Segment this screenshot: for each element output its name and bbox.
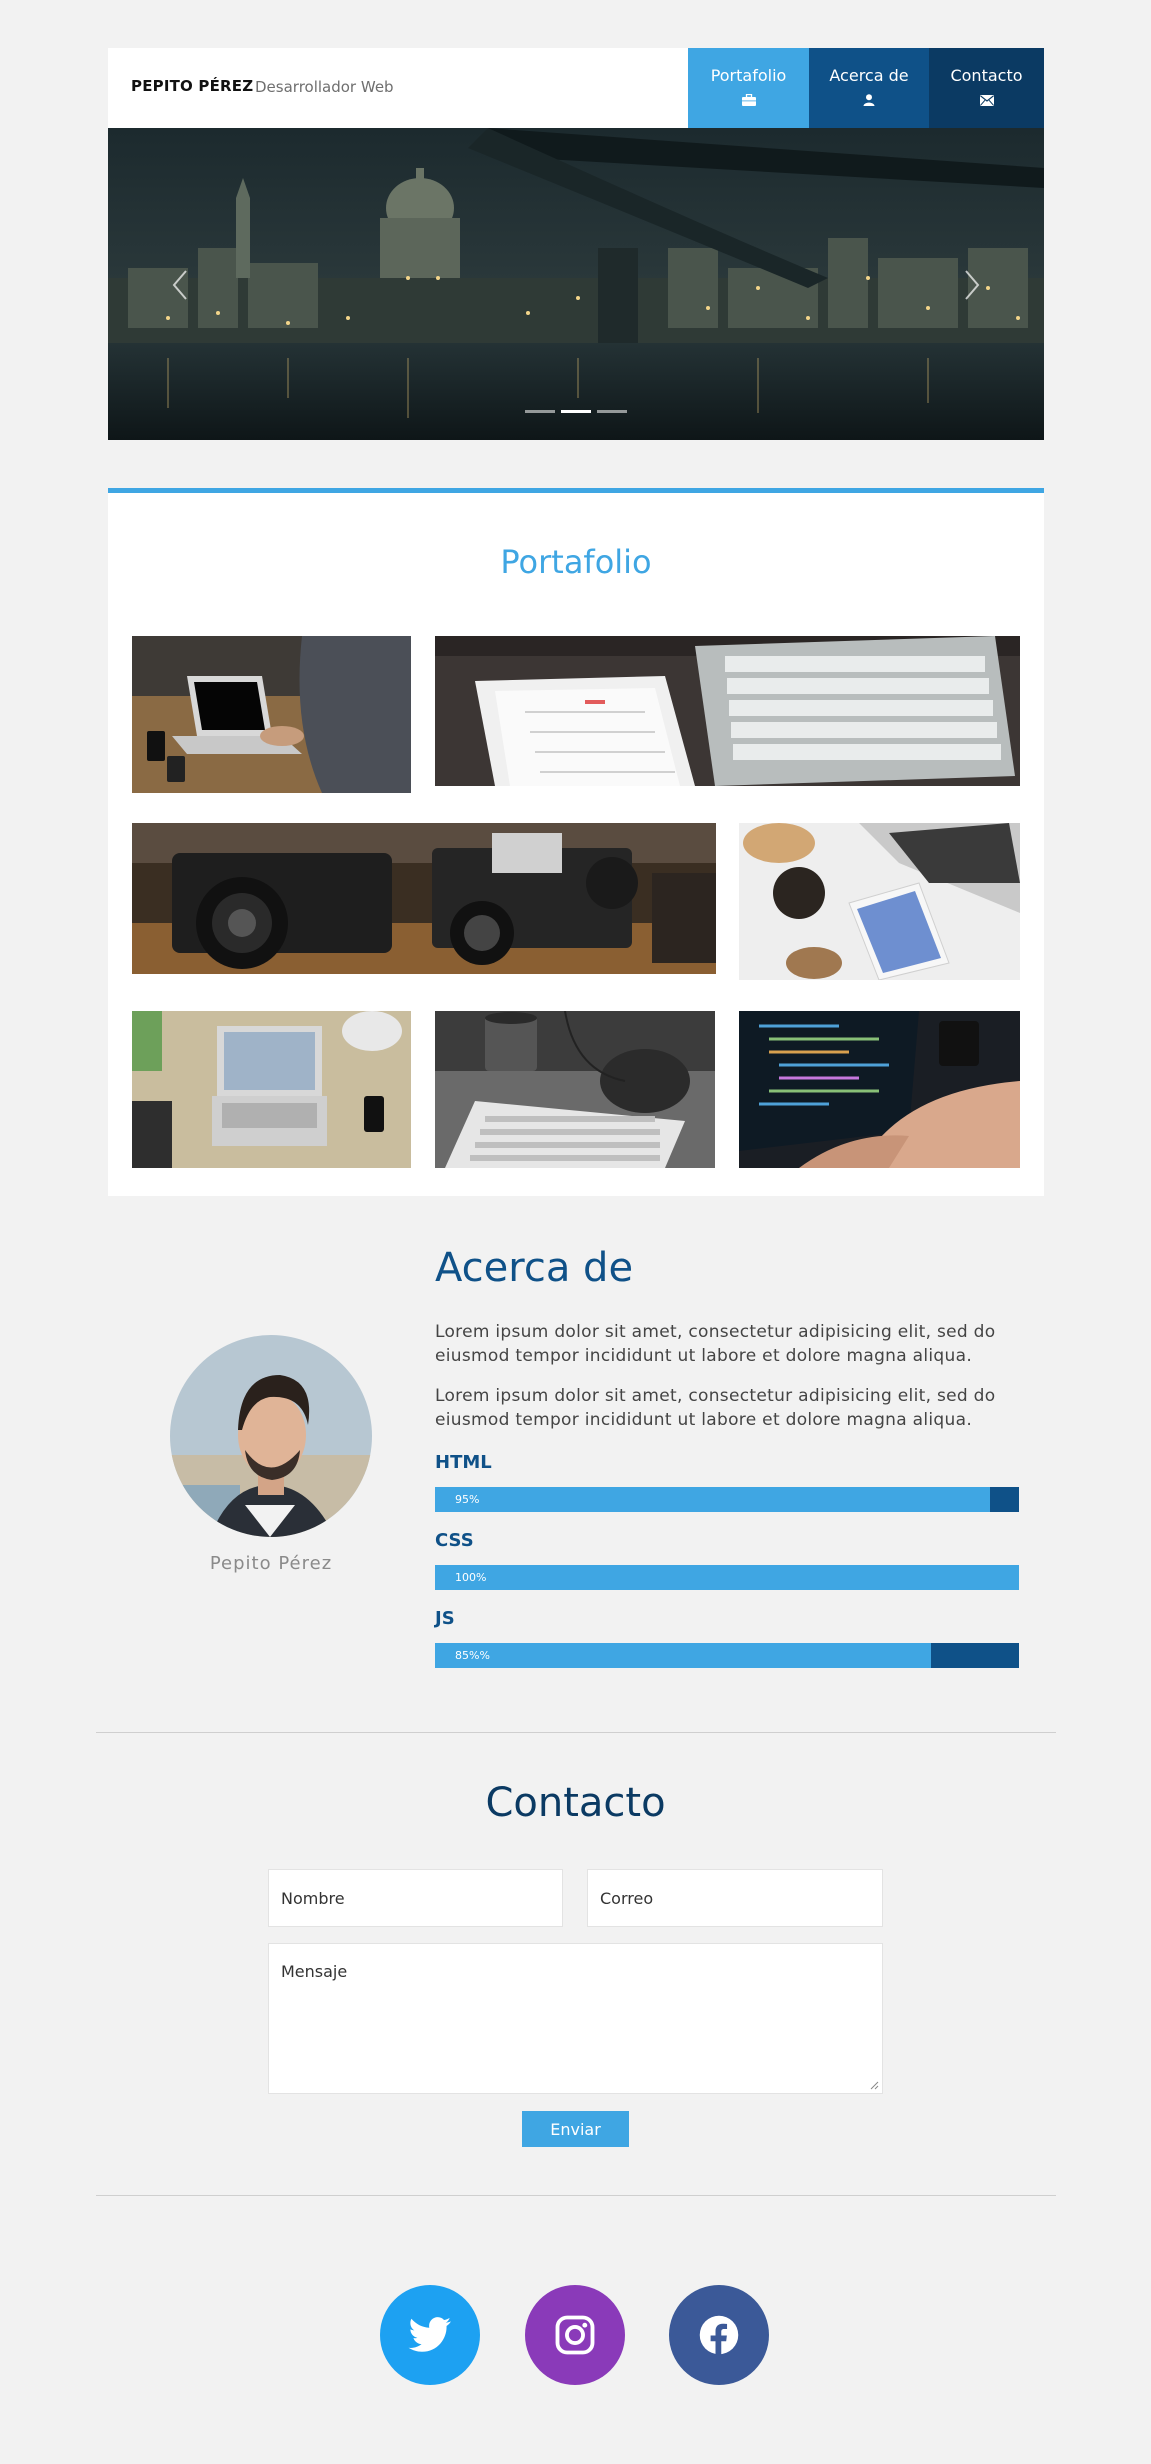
chevron-right-icon: [965, 270, 980, 300]
skill-label-js: JS: [435, 1608, 455, 1629]
avatar-photo: [170, 1335, 372, 1537]
hero-image: [108, 128, 1044, 440]
instagram-icon: [555, 2315, 595, 2355]
facebook-button[interactable]: [669, 2285, 769, 2385]
carousel-indicator-active[interactable]: [561, 410, 591, 413]
skill-bar-html: 95%: [435, 1487, 1019, 1512]
carousel-prev-button[interactable]: [166, 268, 196, 302]
twitter-button[interactable]: [380, 2285, 480, 2385]
nav-item-label: Contacto: [950, 66, 1023, 85]
carousel-indicators: [525, 410, 627, 413]
main-nav: Portafolio Acerca de Contacto: [688, 48, 1044, 128]
section-divider: [96, 1732, 1056, 1733]
carousel-next-button[interactable]: [956, 268, 986, 302]
skill-fill: 85%%: [435, 1643, 932, 1668]
instagram-button[interactable]: [525, 2285, 625, 2385]
nav-item-label: Portafolio: [710, 66, 787, 85]
avatar: [170, 1335, 372, 1537]
twitter-icon: [408, 2317, 451, 2352]
portfolio-image: [132, 1011, 411, 1168]
submit-button[interactable]: Enviar: [522, 2111, 629, 2147]
portfolio-item-tablet-calendar[interactable]: [435, 636, 1020, 786]
user-icon: [863, 91, 875, 110]
section-divider: [96, 2195, 1056, 2196]
brand-name: PEPITO PÉREZ: [131, 77, 254, 95]
resize-handle-icon[interactable]: [870, 2081, 879, 2090]
portfolio-item-laptop-on-desk[interactable]: [132, 636, 411, 793]
portfolio-image: [132, 636, 411, 793]
message-textarea[interactable]: Mensaje: [268, 1943, 883, 2094]
portfolio-item-coding-on-laptop[interactable]: [739, 1011, 1020, 1168]
about-paragraph: Lorem ipsum dolor sit amet, consectetur …: [435, 1322, 996, 1366]
portfolio-item-laptop-on-table[interactable]: [132, 1011, 411, 1168]
nav-item-contacto[interactable]: Contacto: [929, 48, 1044, 128]
carousel-indicator[interactable]: [525, 410, 555, 413]
about-paragraph: Lorem ipsum dolor sit amet, consectetur …: [435, 1386, 996, 1430]
portfolio-item-vintage-cameras[interactable]: [132, 823, 716, 974]
contact-title: Contacto: [485, 1780, 666, 1826]
name-field[interactable]: Nombre: [268, 1869, 563, 1927]
skill-label-css: CSS: [435, 1530, 474, 1551]
skill-bar-css: 100%: [435, 1565, 1019, 1590]
skill-bar-js: 85%%: [435, 1643, 1019, 1668]
envelope-icon: [979, 91, 994, 110]
portfolio-item-coffee-laptop-phone[interactable]: [739, 823, 1020, 980]
about-title: Acerca de: [435, 1245, 634, 1291]
skill-fill: 100%: [435, 1565, 1019, 1590]
portfolio-image: [739, 823, 1020, 980]
skill-fill: 95%: [435, 1487, 990, 1512]
about-person-name: Pepito Pérez: [209, 1553, 333, 1574]
nav-item-acerca-de[interactable]: Acerca de: [809, 48, 929, 128]
skill-label-html: HTML: [435, 1452, 492, 1473]
message-placeholder: Mensaje: [281, 1962, 348, 1981]
portfolio-image: [435, 1011, 715, 1168]
portfolio-image: [132, 823, 716, 974]
facebook-icon: [699, 2315, 739, 2356]
carousel-indicator[interactable]: [597, 410, 627, 413]
email-field[interactable]: Correo: [587, 1869, 883, 1927]
portfolio-image: [739, 1011, 1020, 1168]
briefcase-icon: [741, 91, 756, 110]
hero-carousel: [108, 128, 1044, 440]
nav-item-label: Acerca de: [829, 66, 909, 85]
portfolio-title: Portafolio: [500, 543, 652, 581]
brand-tagline: Desarrollador Web: [255, 78, 394, 96]
site-header: PEPITO PÉREZ Desarrollador Web Portafoli…: [108, 48, 1044, 128]
nav-item-portafolio[interactable]: Portafolio: [688, 48, 809, 128]
portfolio-image: [435, 636, 1020, 786]
chevron-left-icon: [172, 270, 187, 300]
portfolio-item-mug-and-keyboard[interactable]: [435, 1011, 715, 1168]
portfolio-section: Portafolio: [108, 488, 1044, 1196]
